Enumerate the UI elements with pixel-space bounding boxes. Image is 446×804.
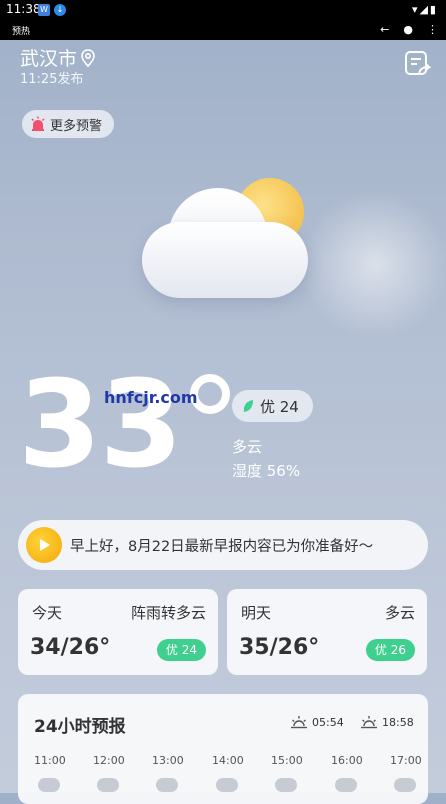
back-arrow-icon[interactable]: ← xyxy=(380,23,389,36)
play-button[interactable] xyxy=(26,527,62,563)
status-icons: ▾◢▮ xyxy=(411,3,438,16)
today-aqi-badge: 优 24 xyxy=(156,639,206,661)
aqi-chip[interactable]: 优 24 xyxy=(232,390,313,422)
morning-report-text: 早上好，8月22日最新早报内容已为你准备好～ xyxy=(70,538,374,555)
status-time: 11:38 xyxy=(6,2,41,16)
city-name: 武汉市 xyxy=(20,48,78,70)
morning-report-banner[interactable]: 早上好，8月22日最新早报内容已为你准备好～ xyxy=(18,520,428,570)
hour-label: 14:00 xyxy=(212,754,244,767)
sunrise-info: 05:54 xyxy=(290,715,344,729)
status-bar: 11:38 W ↓ ▾◢▮ xyxy=(0,0,446,20)
hourly-forecast-panel[interactable]: 24小时预报 05:54 18:58 11:00 12:00 13:00 14:… xyxy=(18,694,428,804)
sunset-time: 18:58 xyxy=(382,715,414,729)
aqi-value: 优 24 xyxy=(260,397,299,416)
hour-label: 11:00 xyxy=(34,754,66,767)
hour-label: 17:00 xyxy=(390,754,422,767)
hour-label: 16:00 xyxy=(331,754,363,767)
cloud-icon xyxy=(216,778,238,792)
app-bar-actions: ← ● ⋮ xyxy=(380,23,438,36)
today-temp-range: 34/26° xyxy=(30,635,111,660)
download-notification-icon: ↓ xyxy=(54,4,66,16)
today-condition: 阵雨转多云 xyxy=(130,604,206,622)
tomorrow-label: 明天 xyxy=(241,604,272,622)
location-pin-icon xyxy=(81,48,95,67)
hourly-title: 24小时预报 xyxy=(34,717,126,737)
watermark-text: hnfcjr.com xyxy=(104,388,198,407)
today-forecast-card[interactable]: 今天 阵雨转多云 34/26° 优 24 xyxy=(18,589,218,675)
sunrise-time: 05:54 xyxy=(312,715,344,729)
cloud-icon xyxy=(97,778,119,792)
cloud-icon xyxy=(156,778,178,792)
tomorrow-temp-range: 35/26° xyxy=(239,635,320,660)
hour-label: 12:00 xyxy=(93,754,125,767)
cloud-icon xyxy=(335,778,357,792)
tomorrow-condition: 多云 xyxy=(384,604,415,622)
tomorrow-forecast-card[interactable]: 明天 多云 35/26° 优 26 xyxy=(227,589,427,675)
hour-label: 13:00 xyxy=(152,754,184,767)
sunrise-icon xyxy=(291,716,307,729)
notification-app-icon: W xyxy=(38,4,50,16)
tomorrow-aqi-badge: 优 26 xyxy=(365,639,415,661)
sunset-info: 18:58 xyxy=(360,715,414,729)
cloud-icon xyxy=(38,778,60,792)
cloud-icon xyxy=(142,222,308,298)
play-icon xyxy=(40,539,50,551)
today-label: 今天 xyxy=(32,604,63,622)
leaf-icon xyxy=(243,400,253,412)
cloud-icon xyxy=(275,778,297,792)
hour-label: 15:00 xyxy=(271,754,303,767)
weather-condition: 多云 xyxy=(232,438,263,456)
more-warnings-button[interactable]: 更多预警 xyxy=(22,110,115,138)
app-bar-title: 预热 xyxy=(12,27,31,37)
sunset-icon xyxy=(361,716,377,729)
alarm-siren-icon xyxy=(31,116,45,131)
more-warnings-label: 更多预警 xyxy=(50,118,103,134)
more-menu-icon[interactable]: ⋮ xyxy=(427,23,438,36)
cloud-icon xyxy=(394,778,416,792)
mist-decoration xyxy=(300,190,446,340)
current-temperature: 33 xyxy=(18,356,183,495)
city-selector[interactable]: 武汉市 xyxy=(20,44,96,71)
app-bar: 预热 ← ● ⋮ xyxy=(0,20,446,40)
humidity: 湿度 56% xyxy=(232,462,301,480)
share-icon[interactable] xyxy=(404,50,432,78)
publish-time: 11:25发布 xyxy=(20,72,84,87)
download-icon[interactable]: ● xyxy=(403,23,413,36)
